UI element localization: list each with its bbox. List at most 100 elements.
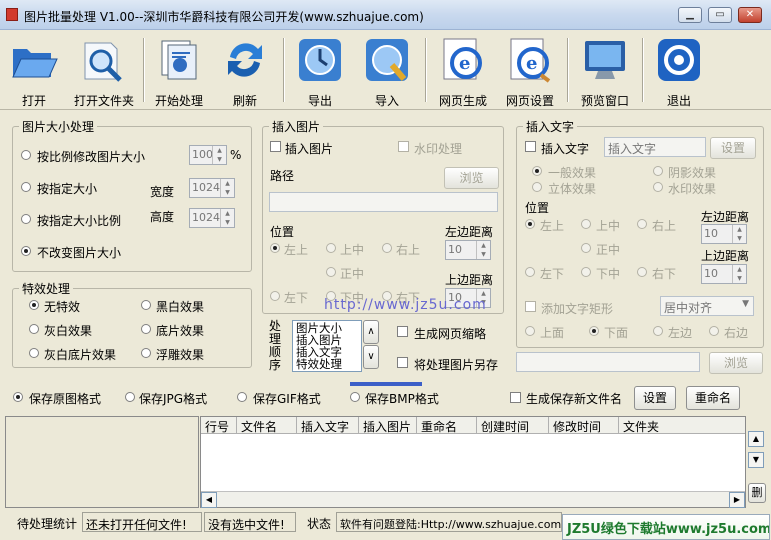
rect-top-radio[interactable] [525,326,535,336]
minimize-button[interactable]: ▁ [678,7,702,23]
toolbar-separator [425,38,427,102]
save-path-input[interactable] [516,352,700,372]
column-header[interactable]: 文件名 [237,417,297,434]
column-header[interactable]: 重命名 [417,417,477,434]
maximize-button[interactable]: ▭ [708,7,732,23]
image-pos-tc-radio[interactable] [326,243,336,253]
format-gif-radio[interactable] [237,392,247,402]
image-left-dist-spinner[interactable]: 10 ▲ ▼ [445,240,491,260]
site-watermark-text: http://www.jz5u.com [324,297,487,313]
open-button[interactable]: 打开 [2,32,66,108]
watermark-checkbox[interactable] [398,141,409,152]
import-button[interactable]: 导入 [355,32,419,108]
align-select[interactable]: 居中对齐 ▼ [660,296,754,316]
format-original-radio[interactable] [13,392,23,402]
start-button[interactable]: 开始处理 [147,32,211,108]
image-pos-c-radio[interactable] [326,267,336,277]
image-pos-tl-radio[interactable] [270,243,280,253]
text-pos-tr-radio[interactable] [637,219,647,229]
ratio-spinner[interactable]: 100 ▲ ▼ [189,145,227,165]
process-order-list[interactable]: 图片大小 插入图片 插入文字 特效处理 [292,320,362,372]
effect-bw-radio[interactable] [141,300,151,310]
insert-text-checkbox[interactable] [525,141,536,152]
effect-emboss-radio[interactable] [141,348,151,358]
format-jpg-radio[interactable] [125,392,135,402]
refresh-button[interactable]: 刷新 [213,32,277,108]
image-pos-tr-radio[interactable] [382,243,392,253]
format-bmp-radio[interactable] [350,392,360,402]
web-generate-button[interactable]: e 网页生成 [430,32,496,108]
height-label: 高度 [150,210,175,224]
text-left-dist-spinner[interactable]: 10 ▲ ▼ [701,224,747,244]
effect-gray-radio[interactable] [29,324,39,334]
effect-gray-negative-radio[interactable] [29,348,39,358]
text-effect-watermark-radio[interactable] [653,182,663,192]
chevron-down-icon: ▼ [752,455,760,464]
web-settings-button[interactable]: e 网页设置 [498,32,562,108]
file-table[interactable]: 行号 文件名 插入文字 插入图片 重命名 创建时间 修改时间 文件夹 ◀ ▶ [200,416,746,508]
horizontal-scrollbar[interactable]: ◀ ▶ [201,491,745,508]
add-text-rect-checkbox[interactable] [525,301,536,312]
size-fixed-radio[interactable] [21,182,31,192]
insert-text-input[interactable]: 插入文字 [604,137,706,157]
image-pos-bl-radio[interactable] [270,291,280,301]
column-header[interactable]: 插入图片 [359,417,417,434]
effect-negative-label: 底片效果 [156,324,205,338]
width-spinner[interactable]: 1024 ▲ ▼ [189,178,235,198]
toolbar-separator [283,38,285,102]
text-pos-c-radio[interactable] [581,243,591,253]
scroll-left-icon[interactable]: ◀ [201,492,217,508]
exit-button[interactable]: 退出 [647,32,711,108]
text-effect-shadow-radio[interactable] [653,166,663,176]
gen-new-name-checkbox[interactable] [510,392,521,403]
text-top-dist-spinner[interactable]: 10 ▲ ▼ [701,264,747,284]
effect-negative-radio[interactable] [141,324,151,334]
name-settings-button[interactable]: 设置 [634,386,676,410]
column-header[interactable]: 插入文字 [297,417,359,434]
move-down-button[interactable]: ∨ [363,345,379,369]
text-left-dist-label: 左边距离 [701,210,750,224]
process-images-icon [161,40,197,80]
size-fixed-ratio-radio[interactable] [21,214,31,224]
image-path-input[interactable] [269,192,498,212]
height-spinner[interactable]: 1024 ▲ ▼ [189,208,235,228]
selection-status: 没有选中文件! [204,512,296,532]
text-effect-3d-radio[interactable] [532,182,542,192]
list-item[interactable]: 特效处理 [296,358,342,370]
save-as-checkbox[interactable] [397,357,408,368]
close-button[interactable]: ✕ [738,7,762,23]
text-pos-bc-radio[interactable] [581,267,591,277]
state-label: 状态 [307,517,332,531]
column-header[interactable]: 修改时间 [549,417,619,434]
export-button[interactable]: 导出 [287,32,353,108]
column-header[interactable]: 行号 [201,417,237,434]
row-down-button[interactable]: ▼ [748,452,764,468]
rect-right-radio[interactable] [709,326,719,336]
gen-thumbs-checkbox[interactable] [397,326,408,337]
accent-bar [350,382,422,386]
scroll-right-icon[interactable]: ▶ [729,492,745,508]
preview-window-button[interactable]: 预览窗口 [572,32,638,108]
save-browse-button[interactable]: 浏览 [709,352,763,374]
size-keep-radio[interactable] [21,246,31,256]
rect-bottom-radio[interactable] [589,326,599,336]
text-settings-button[interactable]: 设置 [710,137,756,159]
size-ratio-radio[interactable] [21,150,31,160]
row-up-button[interactable]: ▲ [748,431,764,447]
text-pos-tc-radio[interactable] [581,219,591,229]
effect-bw-label: 黑白效果 [156,300,205,314]
move-up-button[interactable]: ∧ [363,320,379,344]
image-browse-button[interactable]: 浏览 [444,167,499,189]
column-header[interactable]: 文件夹 [619,417,745,434]
column-header[interactable]: 创建时间 [477,417,549,434]
effect-none-radio[interactable] [29,300,39,310]
insert-image-checkbox[interactable] [270,141,281,152]
delete-row-button[interactable]: 删 [748,483,766,503]
text-pos-br-radio[interactable] [637,267,647,277]
text-pos-tl-radio[interactable] [525,219,535,229]
text-effect-normal-radio[interactable] [532,166,542,176]
open-folder-button[interactable]: 打开文件夹 [68,32,140,108]
rename-button[interactable]: 重命名 [686,386,740,410]
text-pos-bl-radio[interactable] [525,267,535,277]
rect-left-radio[interactable] [653,326,663,336]
